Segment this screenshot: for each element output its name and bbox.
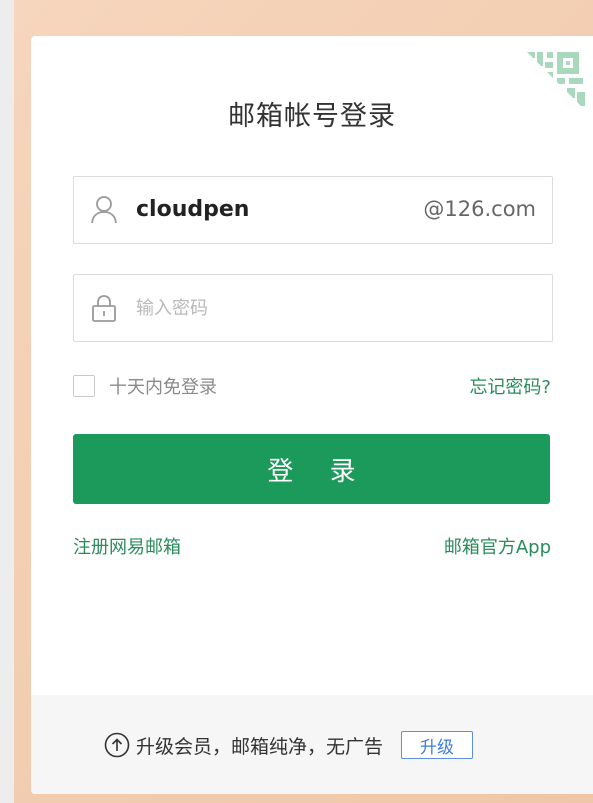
background-strip: [0, 0, 14, 803]
user-icon: [90, 195, 118, 225]
app-link[interactable]: 邮箱官方App: [444, 533, 551, 559]
password-field[interactable]: [73, 274, 553, 342]
username-value[interactable]: cloudpen: [136, 197, 249, 222]
forgot-password-link[interactable]: 忘记密码?: [469, 373, 551, 399]
domain-suffix: @126.com: [423, 197, 536, 221]
password-input[interactable]: [134, 287, 538, 329]
upgrade-button[interactable]: 升级: [401, 731, 474, 759]
login-title: 邮箱帐号登录: [228, 101, 396, 132]
username-field[interactable]: cloudpen @126.com: [73, 176, 553, 244]
remember-checkbox[interactable]: [73, 375, 95, 397]
arrow-up-circle-icon: [104, 732, 130, 758]
promo-row: 升级会员，邮箱纯净，无广告 升级: [104, 731, 474, 759]
login-button[interactable]: 登 录: [73, 434, 550, 504]
lock-icon: [90, 293, 118, 323]
promo-footer: 升级会员，邮箱纯净，无广告 升级: [31, 695, 593, 794]
remember-me[interactable]: 十天内免登录: [73, 373, 217, 399]
login-card: 邮箱帐号登录 cloudpen @126.com 十天内免登录 忘记密码? 登 …: [31, 36, 593, 794]
promo-text: 升级会员，邮箱纯净，无广告: [136, 735, 384, 758]
register-link[interactable]: 注册网易邮箱: [73, 533, 181, 559]
remember-label[interactable]: 十天内免登录: [109, 373, 217, 399]
